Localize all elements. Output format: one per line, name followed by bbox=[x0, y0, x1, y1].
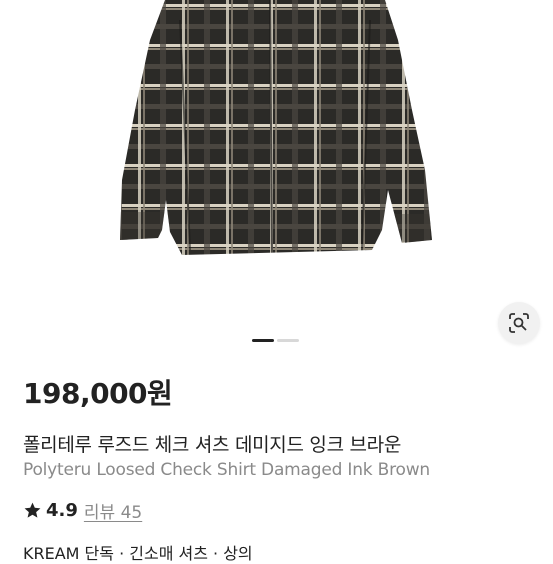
lens-search-button[interactable] bbox=[498, 302, 540, 344]
pagination-dot[interactable] bbox=[277, 339, 299, 342]
rating-row: 4.9 리뷰 45 bbox=[23, 498, 142, 523]
rating-value: 4.9 bbox=[46, 500, 78, 521]
product-title-korean: 폴리테루 루즈드 체크 셔츠 데미지드 잉크 브라운 bbox=[23, 434, 402, 456]
image-pagination bbox=[252, 339, 299, 342]
product-image-area[interactable] bbox=[0, 0, 553, 355]
category-breadcrumb[interactable]: KREAM 단독 · 긴소매 셔츠 · 상의 bbox=[23, 540, 253, 564]
product-price: 198,000원 bbox=[23, 377, 173, 410]
product-shirt-image bbox=[120, 0, 432, 255]
star-icon bbox=[24, 502, 41, 518]
lens-search-icon bbox=[509, 313, 529, 333]
pagination-dot-active[interactable] bbox=[252, 339, 274, 342]
review-count-link[interactable]: 리뷰 45 bbox=[84, 498, 142, 523]
product-title-english: Polyteru Loosed Check Shirt Damaged Ink … bbox=[23, 460, 430, 480]
